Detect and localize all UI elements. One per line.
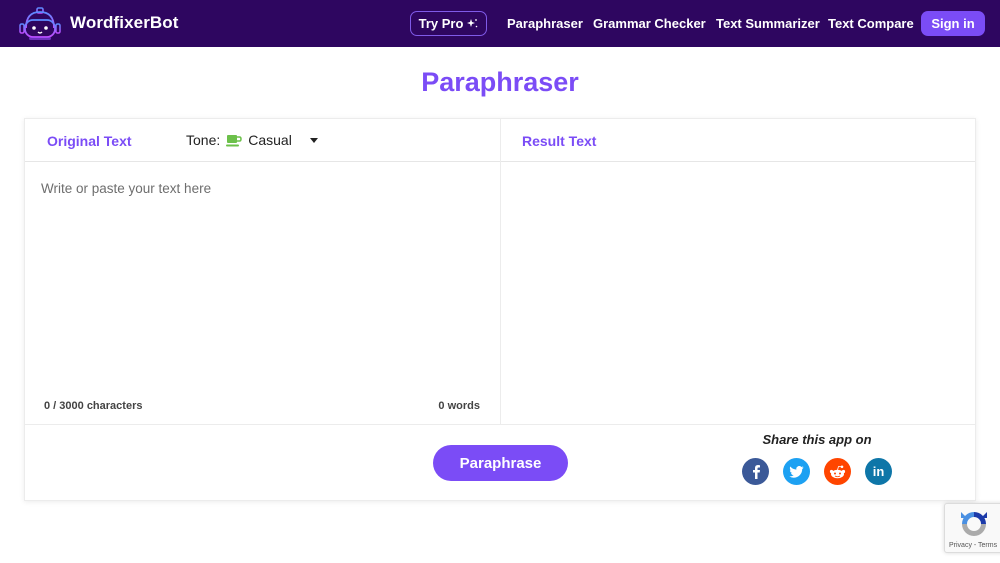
- nav-link-grammar-checker[interactable]: Grammar Checker: [593, 16, 706, 31]
- linkedin-icon: in: [872, 464, 885, 479]
- tone-dropdown[interactable]: Tone: Casual: [186, 132, 318, 148]
- twitter-share-button[interactable]: [783, 458, 810, 485]
- recaptcha-badge[interactable]: Privacy - Terms: [944, 503, 1000, 553]
- reddit-icon: [829, 465, 846, 478]
- facebook-icon: [752, 465, 760, 479]
- linkedin-share-button[interactable]: in: [865, 458, 892, 485]
- top-navbar: WordfixerBot Try Pro Paraphraser Grammar…: [0, 0, 1000, 47]
- share-label: Share this app on: [762, 432, 872, 447]
- tone-value: Casual: [248, 132, 292, 148]
- word-count: 0 words: [438, 400, 480, 412]
- paraphrase-button[interactable]: Paraphrase: [433, 445, 568, 481]
- twitter-icon: [789, 465, 804, 478]
- robot-logo-icon[interactable]: [17, 6, 63, 42]
- try-pro-button[interactable]: Try Pro: [410, 11, 487, 36]
- nav-link-text-compare[interactable]: Text Compare: [828, 16, 914, 31]
- reddit-share-button[interactable]: [824, 458, 851, 485]
- recaptcha-icon: [961, 512, 987, 536]
- recaptcha-privacy-terms[interactable]: Privacy - Terms: [949, 542, 997, 549]
- nav-link-paraphraser[interactable]: Paraphraser: [507, 16, 583, 31]
- coffee-cup-icon: [226, 134, 243, 146]
- facebook-share-button[interactable]: [742, 458, 769, 485]
- caret-down-icon: [309, 137, 318, 143]
- footer-divider: [25, 424, 975, 425]
- paraphraser-card: Original Text Tone: Casual Result Text 0…: [24, 118, 976, 501]
- result-text-label: Result Text: [522, 133, 597, 149]
- result-text-area: [501, 163, 975, 424]
- tone-label: Tone:: [186, 132, 221, 148]
- brand-name[interactable]: WordfixerBot: [70, 13, 179, 33]
- sparkle-icon: [467, 19, 478, 28]
- original-text-label: Original Text: [47, 133, 132, 149]
- original-text-input[interactable]: [25, 163, 500, 393]
- sign-in-button[interactable]: Sign in: [921, 11, 985, 36]
- try-pro-label: Try Pro: [418, 16, 464, 31]
- nav-link-text-summarizer[interactable]: Text Summarizer: [716, 16, 820, 31]
- page-title: Paraphraser: [421, 67, 579, 97]
- character-count: 0 / 3000 characters: [44, 400, 143, 412]
